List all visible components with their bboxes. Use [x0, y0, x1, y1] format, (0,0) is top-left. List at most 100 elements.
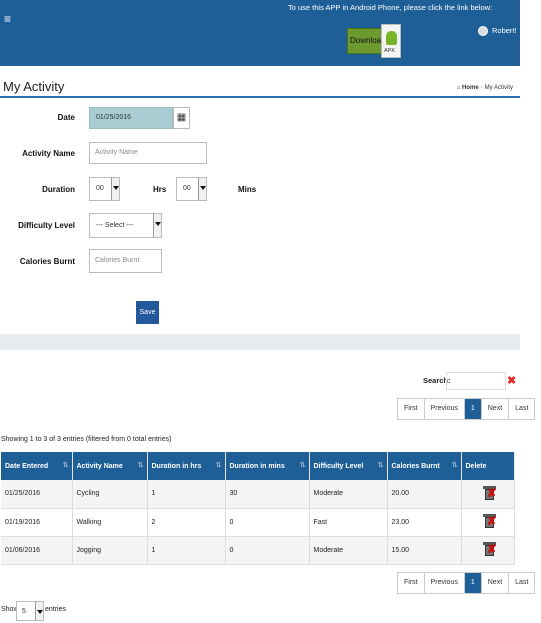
col-date-entered[interactable]: Date Entered ⇅: [1, 452, 73, 480]
search-input[interactable]: [446, 372, 506, 390]
menu-icon[interactable]: ≡: [4, 12, 11, 26]
col-label: Duration in hrs: [151, 462, 202, 470]
date-input[interactable]: 01/25/2016: [89, 107, 173, 129]
download-apk-button[interactable]: Download APK: [347, 24, 401, 58]
sort-icon: ⇅: [137, 462, 144, 469]
page-size-select[interactable]: 5: [16, 601, 44, 621]
android-notice: To use this APP in Android Phone, please…: [288, 3, 493, 12]
page-header: My Activity ⌂ Home › My Activity: [0, 77, 520, 98]
pager-first[interactable]: First: [398, 399, 425, 419]
table-info: Showing 1 to 3 of 3 entries (filtered fr…: [1, 436, 172, 443]
table-row: 01/25/2016 Cycling 1 30 Moderate 20.00 ✘: [1, 480, 515, 509]
cell-activity: Cycling: [72, 480, 148, 509]
col-activity-name[interactable]: Activity Name ⇅: [72, 452, 148, 480]
pager-current-page[interactable]: 1: [464, 573, 482, 593]
delete-icon[interactable]: ✘: [482, 513, 497, 529]
cell-difficulty: Fast: [309, 508, 388, 537]
page-size-value: 5: [22, 608, 26, 615]
table-row: 01/19/2016 Walking 2 0 Fast 23.00 ✘: [1, 508, 515, 537]
chevron-down-icon: [35, 602, 43, 620]
col-label: Difficulty Level: [313, 462, 364, 470]
pager-previous[interactable]: Previous: [425, 573, 465, 593]
activity-table: Date Entered ⇅ Activity Name ⇅ Duration in…: [1, 452, 515, 565]
pager-last[interactable]: Last: [509, 399, 534, 419]
pager-previous[interactable]: Previous: [425, 399, 465, 419]
cell-difficulty: Moderate: [309, 536, 388, 565]
chevron-down-icon: [198, 178, 206, 200]
sort-icon: ⇅: [215, 462, 222, 469]
minutes-value: 00: [183, 185, 191, 192]
activity-name-label: Activity Name: [22, 149, 75, 158]
cell-activity: Jogging: [72, 536, 148, 565]
cell-calories: 20.00: [387, 480, 462, 509]
delete-icon[interactable]: ✘: [482, 541, 497, 557]
cell-calories: 23.00: [387, 508, 462, 537]
calories-placeholder: Calories Burnt: [95, 257, 140, 264]
pager-current-page[interactable]: 1: [464, 399, 482, 419]
user-menu[interactable]: Robert!: [478, 26, 517, 37]
cell-calories: 15.00: [387, 536, 462, 565]
pager-first[interactable]: First: [398, 573, 425, 593]
chevron-down-icon: [111, 178, 119, 200]
cell-hrs: 1: [147, 536, 226, 565]
page-title: My Activity: [3, 79, 65, 94]
calories-label: Calories Burnt: [19, 257, 75, 266]
col-label: Date Entered: [5, 462, 49, 470]
clear-search-icon[interactable]: ✖: [507, 374, 516, 387]
table-row: 01/06/2016 Jogging 1 0 Moderate 15.00 ✘: [1, 536, 515, 565]
sort-icon: ⇅: [299, 462, 306, 469]
difficulty-label: Difficulty Level: [18, 221, 75, 230]
minutes-select[interactable]: 00: [176, 177, 207, 201]
breadcrumb-home[interactable]: ⌂ Home: [457, 85, 479, 91]
android-icon: [386, 31, 397, 45]
col-delete: Delete: [461, 452, 515, 480]
user-name: Robert!: [492, 26, 517, 35]
apk-file-icon: APK: [381, 24, 401, 58]
delete-icon[interactable]: ✘: [482, 485, 497, 501]
cell-mins: 0: [225, 508, 310, 537]
cell-hrs: 1: [147, 480, 226, 509]
top-navbar: ≡ To use this APP in Android Phone, plea…: [0, 0, 520, 66]
col-calories[interactable]: Calories Burnt ⇅: [387, 452, 462, 480]
col-label: Duration in mins: [229, 462, 285, 470]
calendar-icon[interactable]: ▦: [173, 107, 190, 129]
save-button[interactable]: Save: [136, 301, 159, 324]
chevron-down-icon: [153, 214, 161, 237]
pager-next[interactable]: Next: [482, 399, 510, 419]
entries-label: entries: [45, 606, 67, 613]
difficulty-select[interactable]: --- Select ---: [89, 213, 162, 238]
difficulty-value: --- Select ---: [96, 222, 134, 229]
cell-delete: ✘: [461, 536, 515, 565]
cell-delete: ✘: [461, 508, 515, 537]
breadcrumb-current: My Activity: [484, 85, 513, 91]
hours-select[interactable]: 00: [89, 177, 120, 201]
sort-icon: ⇅: [377, 462, 384, 469]
col-label: Delete: [465, 462, 487, 470]
pager-last[interactable]: Last: [509, 573, 534, 593]
col-label: Activity Name: [76, 462, 123, 470]
duration-label: Duration: [42, 185, 75, 194]
mins-label: Mins: [238, 185, 257, 194]
date-label: Date: [57, 113, 75, 122]
hrs-label: Hrs: [153, 185, 167, 194]
calories-input[interactable]: Calories Burnt: [89, 249, 162, 273]
activity-name-input[interactable]: Activity Name: [89, 142, 207, 164]
cell-date: 01/19/2016: [1, 508, 73, 537]
col-duration-hrs[interactable]: Duration in hrs ⇅: [147, 452, 226, 480]
col-difficulty[interactable]: Difficulty Level ⇅: [309, 452, 388, 480]
avatar: [478, 26, 488, 37]
col-label: Calories Burnt: [391, 462, 440, 470]
cell-date: 01/25/2016: [1, 480, 73, 509]
table-header-row: Date Entered ⇅ Activity Name ⇅ Duration in…: [1, 452, 515, 480]
cell-difficulty: Moderate: [309, 480, 388, 509]
pager-next[interactable]: Next: [482, 573, 510, 593]
sort-icon: ⇅: [62, 462, 69, 469]
breadcrumb-separator: ›: [480, 85, 483, 91]
col-duration-mins[interactable]: Duration in mins ⇅: [225, 452, 310, 480]
cell-activity: Walking: [72, 508, 148, 537]
breadcrumb: ⌂ Home › My Activity: [457, 85, 513, 91]
hours-value: 00: [96, 185, 104, 192]
pagination-bottom: First Previous 1 Next Last: [397, 572, 536, 594]
cell-hrs: 2: [147, 508, 226, 537]
sort-icon: ⇅: [451, 462, 458, 469]
